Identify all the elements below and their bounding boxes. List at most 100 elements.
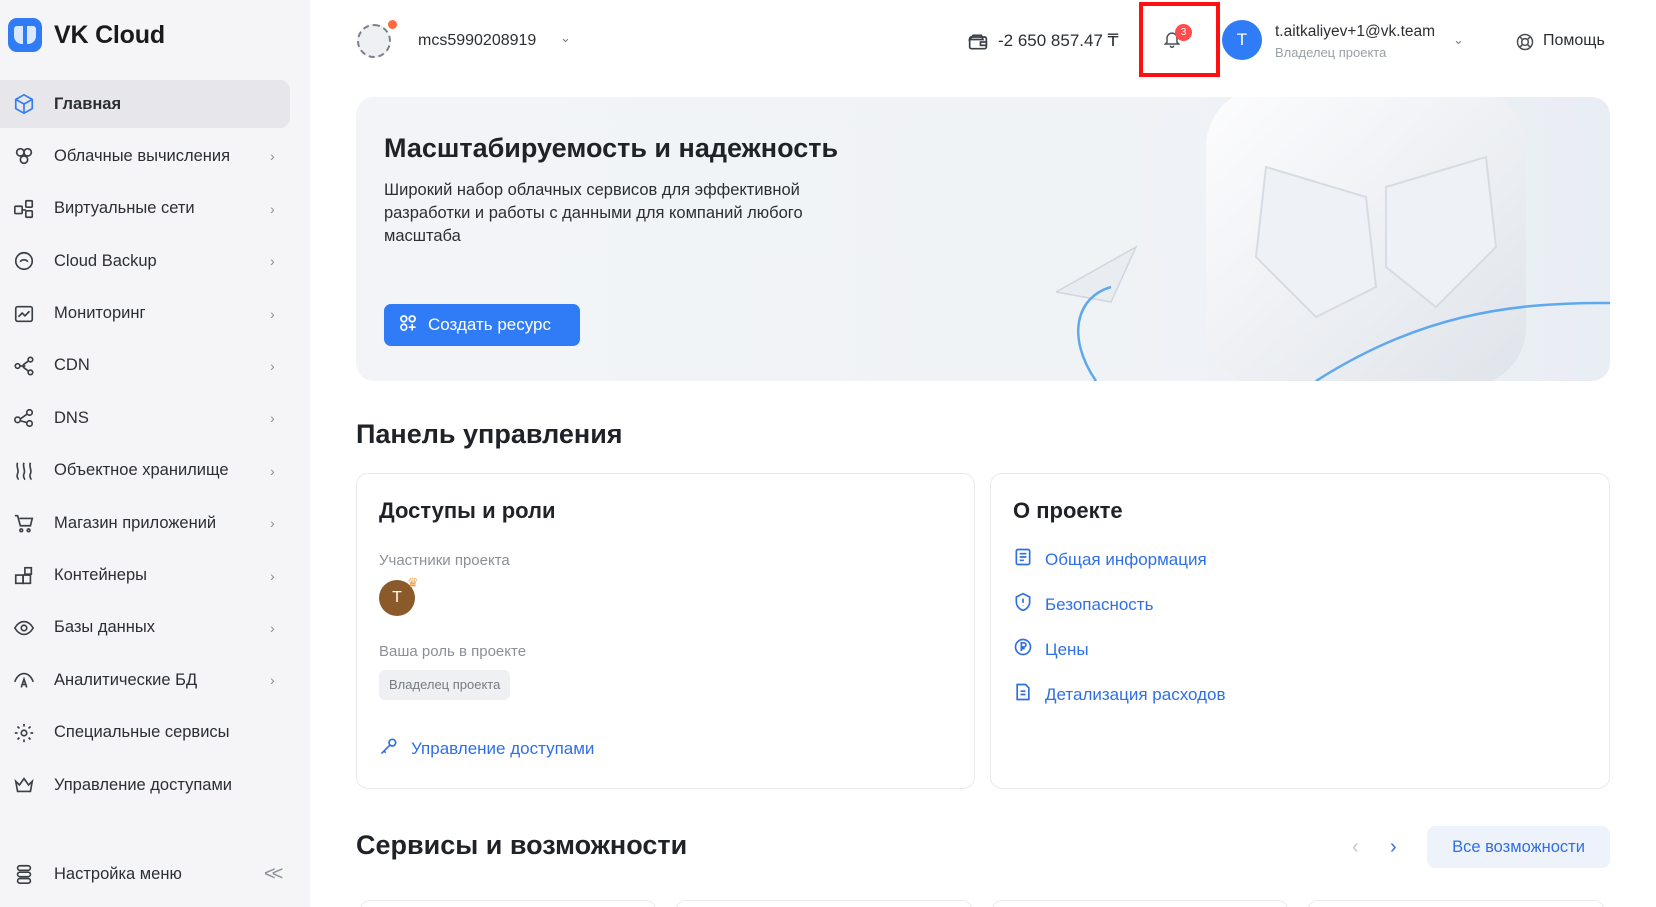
chevron-down-icon[interactable]: ⌄ [1453,32,1464,48]
hero-illustration [1056,97,1610,381]
ruble-coin-icon [1013,637,1033,662]
monitoring-icon [12,302,36,326]
key-icon [379,736,399,761]
logo[interactable]: VK Cloud [8,18,165,52]
user-role: Владелец проекта [1275,45,1387,60]
sidebar-item-monitoring[interactable]: Мониторинг › [0,290,300,338]
chevron-down-icon[interactable]: ⌄ [560,30,571,46]
chevron-right-icon: › [270,148,275,165]
sidebar-item-databases[interactable]: Базы данных › [0,604,300,652]
shield-icon [1013,592,1033,617]
menu-settings-label: Настройка меню [54,864,182,883]
sidebar-item-dns[interactable]: DNS › [0,394,300,442]
cube-icon [12,92,36,116]
hero-title: Масштабируемость и надежность [384,133,839,163]
prices-label: Цены [1045,639,1089,659]
sidebar-item-cloud-compute[interactable]: Облачные вычисления › [0,132,300,180]
user-email[interactable]: t.aitkaliyev+1@vk.team [1275,23,1435,41]
database-icon [12,616,36,640]
chevron-right-icon: › [270,253,275,270]
general-info-link[interactable]: Общая информация [1013,547,1207,572]
sidebar-item-home[interactable]: Главная [0,80,290,128]
sidebar-item-containers[interactable]: Контейнеры › [0,552,300,600]
hero-description: Широкий набор облачных сервисов для эффе… [384,181,803,245]
menu-settings-icon [12,862,36,886]
create-resource-label: Создать ресурс [428,315,552,334]
project-selector[interactable]: mcs5990208919 [418,32,536,50]
about-project-card: О проекте Общая информация Безопасность … [990,473,1610,789]
security-link[interactable]: Безопасность [1013,592,1153,617]
chevron-right-icon: › [270,462,275,479]
top-header: mcs5990208919 ⌄ -2 650 857.47 ₸ 3 T t.ai… [310,0,1656,84]
manage-access-label: Управление доступами [411,738,595,758]
chevron-right-icon: › [270,619,275,636]
sidebar: VK Cloud Главная Облачные вычисления › В… [0,0,310,907]
all-features-button[interactable]: Все возможности [1427,826,1610,868]
service-card[interactable] [676,900,972,907]
dns-icon [12,406,36,430]
vk-cloud-logo-icon [8,18,42,52]
sidebar-item-cdn[interactable]: CDN › [0,342,300,390]
notification-badge: 3 [1175,24,1192,41]
access-roles-card: Доступы и роли Участники проекта T ♛ Ваш… [356,473,975,789]
sidebar-item-access-management[interactable]: Управление доступами [0,761,300,809]
chevron-right-icon: › [270,567,275,584]
grid-plus-icon [398,313,418,338]
owner-crown-icon: ♛ [407,575,419,590]
sidebar-item-cloud-backup[interactable]: Cloud Backup › [0,237,300,285]
dashboard-title: Панель управления [356,419,623,449]
create-resource-button[interactable]: Создать ресурс [384,304,580,346]
logo-text: VK Cloud [54,20,165,49]
cloud-compute-icon [12,144,36,168]
help-link[interactable]: Помощь [1543,32,1605,50]
access-crown-icon [12,773,36,797]
chevron-right-icon: › [270,200,275,217]
cdn-icon [12,354,36,378]
menu-settings-button[interactable]: Настройка меню << [0,850,310,898]
analytics-db-icon [12,668,36,692]
hero-banner: Масштабируемость и надежность Широкий на… [356,97,1610,381]
next-arrow-icon[interactable]: › [1390,836,1397,859]
service-card[interactable] [992,900,1288,907]
expense-details-link[interactable]: Детализация расходов [1013,682,1225,707]
containers-icon [12,564,36,588]
sidebar-item-special-services[interactable]: Специальные сервисы [0,709,300,757]
collapse-sidebar-icon[interactable]: << [264,863,283,886]
document-icon [1013,547,1033,572]
special-services-icon [12,721,36,745]
prev-arrow-icon[interactable]: ‹ [1352,836,1359,859]
sidebar-item-object-storage[interactable]: Объектное хранилище › [0,447,300,495]
expense-details-label: Детализация расходов [1045,684,1226,704]
prices-link[interactable]: Цены [1013,637,1089,662]
chevron-right-icon: › [270,672,275,689]
chevron-right-icon: › [270,410,275,427]
role-label: Ваша роль в проекте [379,643,527,660]
help-lifebuoy-icon[interactable] [1515,32,1535,57]
service-card[interactable] [360,900,656,907]
receipt-icon [1013,682,1033,707]
project-avatar[interactable] [357,24,391,58]
object-storage-icon [12,459,36,483]
sidebar-item-analytics-db[interactable]: Аналитические БД › [0,656,300,704]
security-label: Безопасность [1045,594,1154,614]
network-icon [12,197,36,221]
wallet-icon [967,32,988,57]
sidebar-item-virtual-networks[interactable]: Виртуальные сети › [0,185,300,233]
about-project-title: О проекте [1013,498,1123,523]
account-balance[interactable]: -2 650 857.47 ₸ [998,31,1118,51]
sidebar-item-app-store[interactable]: Магазин приложений › [0,499,300,547]
general-info-label: Общая информация [1045,549,1207,569]
project-status-dot [388,20,397,29]
members-label: Участники проекта [379,552,510,569]
manage-access-link[interactable]: Управление доступами [379,736,594,761]
role-badge: Владелец проекта [379,670,511,700]
services-title: Сервисы и возможности [356,830,688,860]
user-avatar[interactable]: T [1222,20,1262,60]
chevron-right-icon: › [270,515,275,532]
chevron-right-icon: › [270,305,275,322]
app-store-icon [12,511,36,535]
backup-icon [12,249,36,273]
sidebar-nav: Главная Облачные вычисления › Виртуальны… [0,80,310,813]
access-roles-title: Доступы и роли [379,498,556,523]
service-card[interactable] [1308,900,1604,907]
